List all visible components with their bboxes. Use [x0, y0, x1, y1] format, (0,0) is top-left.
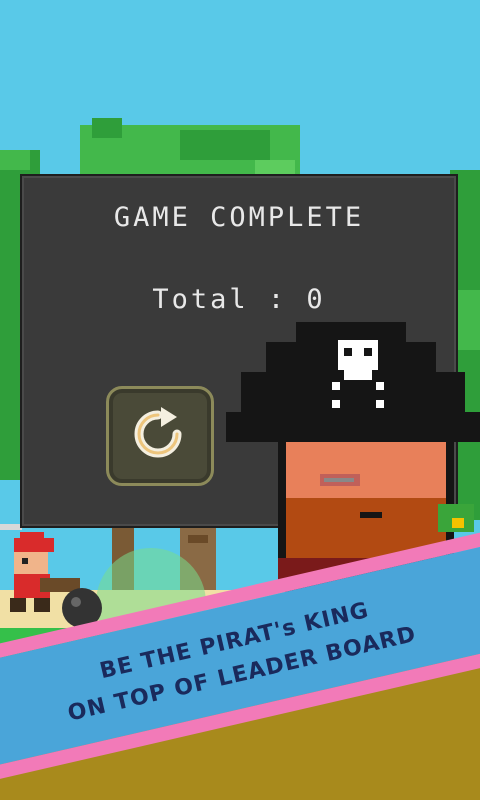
restart-icon: [134, 407, 182, 458]
game-complete-title: GAME COMPLETE: [113, 202, 365, 233]
game-screen: GAME COMPLETE Total : 0 BE THE PIRAT's K…: [0, 0, 480, 800]
total-score-label: Total : 0: [152, 284, 326, 315]
small-pirate-sprite: [0, 524, 102, 628]
restart-button[interactable]: [106, 386, 214, 486]
